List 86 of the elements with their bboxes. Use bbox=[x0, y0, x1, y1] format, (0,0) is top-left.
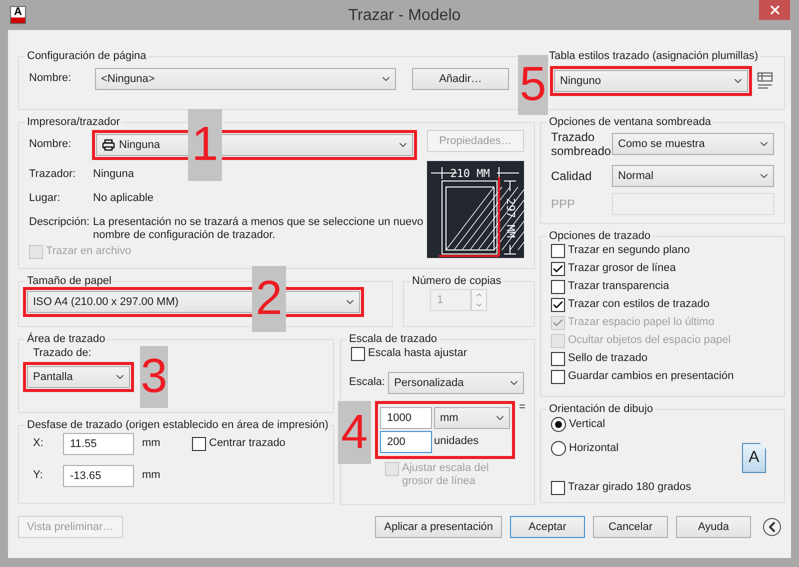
printer-icon bbox=[102, 139, 115, 151]
checkbox-label: Centrar trazado bbox=[209, 437, 286, 451]
callout-number: 4 bbox=[338, 401, 371, 464]
checkbox-label: Ajustar escala del grosor de línea bbox=[402, 462, 490, 488]
callout-number: 3 bbox=[140, 346, 168, 408]
dialog-button[interactable]: Aceptar bbox=[510, 516, 585, 538]
checkbox-label: Ocultar objetos del espacio papel bbox=[568, 334, 731, 348]
dropdown[interactable]: Pantalla bbox=[27, 366, 130, 388]
app-icon: A bbox=[10, 6, 26, 24]
collapse-icon[interactable] bbox=[763, 518, 781, 536]
field-label: PPP bbox=[551, 196, 576, 211]
checkbox-label: Trazar grosor de línea bbox=[568, 262, 676, 276]
close-icon bbox=[768, 3, 782, 17]
group-title: Desfase de trazado (origen establecido en área de impresión) bbox=[26, 419, 330, 431]
add-button[interactable]: Añadir… bbox=[412, 68, 509, 90]
checkbox[interactable] bbox=[551, 298, 565, 312]
callout-number: 5 bbox=[518, 55, 548, 115]
checkbox[interactable] bbox=[551, 280, 565, 294]
checkbox-label: Sello de trazado bbox=[568, 352, 648, 366]
callout-number: 1 bbox=[188, 109, 222, 181]
group-title: Tabla estilos trazado (asignación plumillas) bbox=[548, 50, 760, 62]
checkbox[interactable] bbox=[551, 244, 565, 258]
checkbox-label: Trazar espacio papel lo último bbox=[568, 316, 714, 330]
scale-amount-field[interactable]: 1000 bbox=[380, 407, 432, 429]
unit-label: unidades bbox=[434, 435, 479, 449]
group-title: Orientación de dibujo bbox=[548, 403, 654, 415]
unit-label: mm bbox=[142, 437, 162, 451]
dialog-button[interactable]: Ayuda bbox=[676, 516, 751, 538]
checkbox-label: Trazar con estilos de trazado bbox=[568, 298, 710, 312]
window-title: Trazar - Modelo bbox=[348, 7, 461, 25]
radio-button[interactable] bbox=[551, 441, 566, 456]
offset-field[interactable]: 11.55 bbox=[63, 433, 134, 455]
dropdown[interactable]: Ninguno bbox=[554, 70, 748, 92]
equals-sign: = bbox=[519, 401, 526, 414]
checkbox[interactable] bbox=[192, 437, 206, 451]
scale-units-field[interactable]: 200 bbox=[380, 431, 432, 453]
checkbox-label: Trazar girado 180 grados bbox=[568, 481, 692, 495]
info-label: Descripción: bbox=[29, 216, 91, 230]
group-title: Área de trazado bbox=[26, 333, 106, 345]
group-title: Opciones de ventana sombreada bbox=[548, 116, 712, 128]
dropdown[interactable]: <Ninguna> bbox=[95, 68, 396, 90]
paper-size-drawing: 210 MM 297 MM bbox=[427, 161, 524, 258]
checkbox[interactable] bbox=[551, 352, 565, 366]
callout-number: 2 bbox=[252, 266, 286, 332]
field-label: Nombre: bbox=[29, 138, 72, 152]
field-label: Trazado sombreado bbox=[551, 130, 612, 159]
offset-field[interactable]: -13.65 bbox=[63, 465, 134, 487]
dropdown[interactable]: Personalizada bbox=[388, 372, 524, 394]
checkbox[interactable] bbox=[551, 262, 565, 276]
field-label: X: bbox=[32, 437, 44, 451]
checkbox-label: Escala hasta ajustar bbox=[368, 347, 468, 361]
group-title: Tamaño de papel bbox=[26, 275, 112, 287]
edit-table-icon[interactable] bbox=[756, 71, 774, 91]
group-title: Número de copias bbox=[411, 275, 502, 287]
info-label: Lugar: bbox=[29, 192, 62, 206]
dialog-button[interactable]: Cancelar bbox=[593, 516, 668, 538]
checkbox[interactable] bbox=[351, 347, 365, 361]
info-label: Trazador: bbox=[29, 168, 77, 182]
checkbox-label: Trazar en segundo plano bbox=[568, 244, 690, 258]
checkbox-label: Trazar transparencia bbox=[568, 280, 670, 294]
radio-label: Vertical bbox=[569, 418, 606, 432]
field-label: Nombre: bbox=[29, 72, 72, 86]
field-label: Y: bbox=[32, 469, 44, 483]
group-title: Impresora/trazador bbox=[26, 116, 121, 128]
radio-label: Horizontal bbox=[569, 442, 619, 456]
checkbox-label: Trazar en archivo bbox=[46, 245, 132, 259]
dropdown[interactable]: Normal bbox=[612, 164, 774, 187]
field-label: Calidad bbox=[551, 168, 593, 183]
group-title: Escala de trazado bbox=[348, 333, 438, 345]
checkbox[interactable] bbox=[551, 370, 565, 384]
dropdown[interactable]: Como se muestra bbox=[612, 133, 774, 156]
group-title: Configuración de página bbox=[26, 50, 148, 62]
checkbox-label: Guardar cambios en presentación bbox=[568, 370, 734, 384]
field-label: Trazado de: bbox=[33, 347, 92, 360]
group-title: Opciones de trazado bbox=[548, 230, 652, 242]
checkbox[interactable] bbox=[551, 481, 565, 495]
dropdown[interactable]: mm bbox=[434, 407, 510, 429]
info-value: Ninguna bbox=[93, 168, 135, 182]
info-value: La presentación no se trazará a menos que se seleccione un nuevo nombre de configuración de trazador. bbox=[93, 216, 424, 243]
radio-button[interactable] bbox=[551, 417, 566, 432]
document-icon: A bbox=[742, 443, 766, 473]
info-value: No aplicable bbox=[93, 192, 155, 206]
dialog-button[interactable]: Aplicar a presentación bbox=[375, 516, 502, 538]
field-label: Escala: bbox=[349, 376, 386, 390]
close-button[interactable] bbox=[759, 0, 790, 20]
unit-label: mm bbox=[142, 469, 162, 483]
